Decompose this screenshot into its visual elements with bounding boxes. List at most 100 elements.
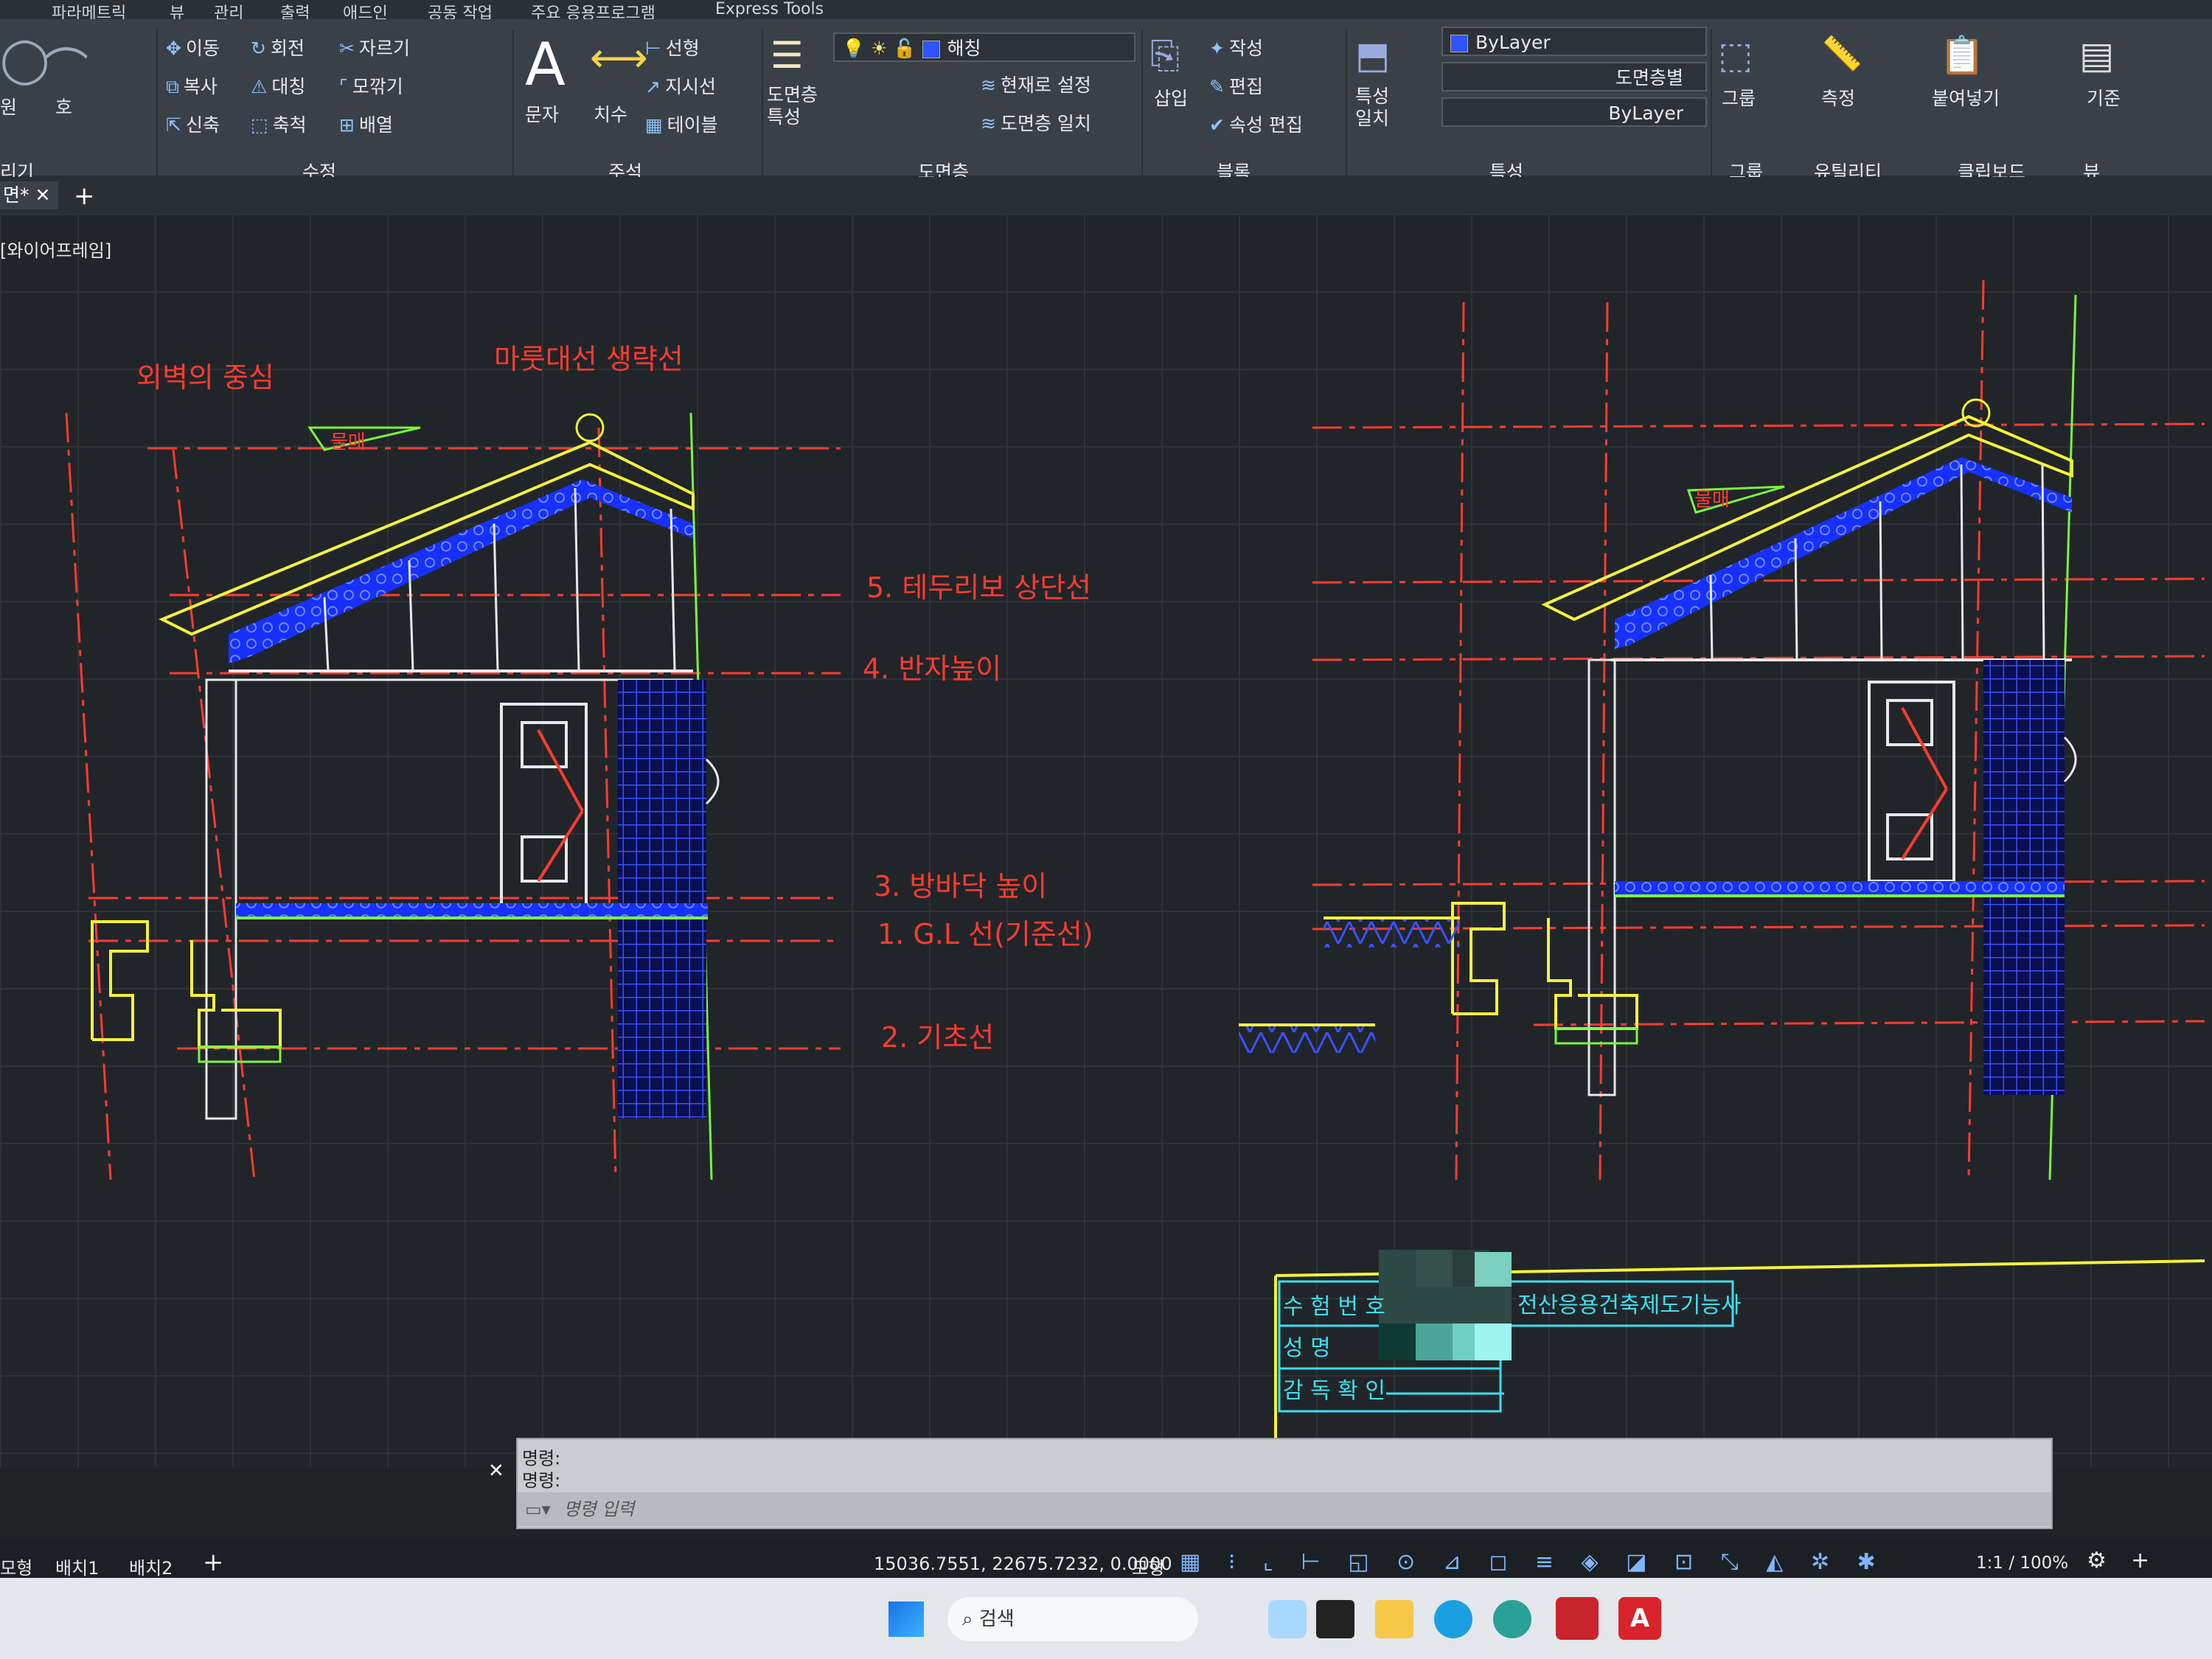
copy-icon: ⧉ [166, 76, 179, 97]
search-label: 검색 [978, 1608, 1015, 1630]
annotation-line3: 3. 방바닥 높이 [874, 870, 1047, 902]
rotate-label: 회전 [270, 38, 305, 59]
linetype-dropdown[interactable]: 도면층별 [1441, 62, 1707, 91]
annotation-ridge: 마룻대선 생략선 [494, 343, 684, 375]
layer-match-icon: ≋ [981, 113, 996, 134]
layout-tab-1[interactable]: 배치1 [55, 1554, 99, 1579]
text-label: 문자 [525, 104, 560, 125]
roof-outline [159, 440, 695, 636]
door [500, 703, 588, 906]
mirror-label: 대칭 [271, 76, 306, 97]
datum-lines [65, 412, 841, 1180]
paste-icon[interactable]: 📋 [1939, 34, 1985, 77]
trim-label: 자르기 [358, 38, 410, 59]
command-window[interactable]: ✕ 명령: 명령: ▭▾ 명령 입력 [488, 1438, 2053, 1529]
drawing-canvas[interactable]: [와이어프레임] 외벽의 중심 마룻대선 생략선 5. 테두리보 상단선 4. … [0, 214, 2212, 1467]
text-icon[interactable]: A [525, 30, 566, 99]
close-icon[interactable]: ✕ [35, 184, 50, 206]
file-explorer-icon[interactable] [1375, 1600, 1413, 1638]
cad-drawing[interactable]: 외벽의 중심 마룻대선 생략선 5. 테두리보 상단선 4. 반자높이 3. 방… [0, 214, 2212, 1467]
linear-button[interactable]: ⊢ 선형 [645, 34, 700, 60]
document-tab[interactable]: 면* ✕ [0, 181, 58, 209]
divider [1346, 29, 1347, 177]
layout-tab-model[interactable]: 모형 [0, 1554, 32, 1579]
divider [1711, 29, 1712, 177]
create-icon: ✦ [1209, 38, 1225, 59]
scale-button[interactable]: ⬚ 축척 [251, 111, 307, 137]
annotation-outer-wall: 외벽의 중심 [136, 361, 274, 394]
block-edit-button[interactable]: ✎ 편집 [1209, 72, 1263, 99]
sketchup-icon[interactable] [1556, 1597, 1599, 1640]
block-create-button[interactable]: ✦ 작성 [1209, 34, 1263, 60]
redacted-info [1379, 1250, 1512, 1360]
fillet-label: 모깎기 [352, 76, 403, 97]
model-space-button[interactable]: 모형 [1132, 1554, 1164, 1579]
taskbar-search[interactable]: ⌕ 검색 [947, 1597, 1198, 1641]
right-section [1312, 279, 2205, 1180]
supervisor-label: 감 독 확 인 [1283, 1378, 1385, 1404]
left-section [65, 412, 841, 1180]
add-layout-button[interactable]: + [203, 1548, 224, 1577]
linetype-value: 도면층별 [1615, 67, 1683, 88]
measure-icon[interactable]: 📏 [1821, 34, 1863, 73]
drafting-toggles[interactable]: ▦ ⁝ ⌞ ⊢ ◱ ⊙ ⊿ ◻ ≡ ◈ ◪ ⊡ ⤡ ◭ ✲ ✱ [1180, 1549, 1886, 1575]
leader-icon: ↗ [645, 76, 661, 97]
new-tab-button[interactable]: + [74, 181, 95, 211]
close-icon[interactable]: ✕ [488, 1460, 504, 1482]
dimension-icon[interactable]: ⟷ [590, 34, 648, 81]
fillet-icon: ⌜ [339, 76, 348, 97]
copy-button[interactable]: ⧉ 복사 [166, 72, 218, 99]
annotation-line2: 2. 기초선 [881, 1021, 994, 1054]
stretch-label: 신축 [185, 114, 220, 136]
command-input[interactable]: ▭▾ 명령 입력 [518, 1492, 2051, 1526]
autocad-icon[interactable]: A [1618, 1597, 1661, 1640]
terminal-icon[interactable] [1316, 1600, 1354, 1638]
attribute-edit-button[interactable]: ✔ 속성 편집 [1209, 111, 1303, 137]
color-dropdown[interactable]: ByLayer [1441, 27, 1707, 56]
rotate-button[interactable]: ↻ 회전 [251, 34, 305, 60]
layer-dropdown[interactable]: 💡 ☀ 🔓 해칭 [833, 32, 1135, 62]
gear-icon[interactable]: ⚙ [2087, 1548, 2107, 1573]
trim-button[interactable]: ✂ 자르기 [339, 34, 410, 60]
title-block [1274, 1250, 2205, 1467]
base-view-label: 기준 [2087, 88, 2121, 109]
table-button[interactable]: ▦ 테이블 [645, 111, 718, 137]
leader-button[interactable]: ↗ 지시선 [645, 72, 716, 99]
command-prompt-icon: ▭▾ [525, 1499, 551, 1520]
copilot-icon[interactable] [1268, 1600, 1307, 1638]
circle-icon[interactable]: ◯ [0, 34, 49, 86]
group-icon[interactable]: ⬚ [1718, 34, 1753, 77]
set-current-button[interactable]: ≋ 현재로 설정 [981, 71, 1091, 97]
layout-tab-2[interactable]: 배치2 [129, 1554, 173, 1579]
menu-bar: 파라메트릭 뷰 관리 출력 애드인 공동 작업 주요 응용프로그램 Expres… [0, 0, 2212, 23]
array-icon: ⊞ [339, 114, 355, 136]
layer-match-button[interactable]: ≋ 도면층 일치 [981, 109, 1091, 136]
match-properties-icon[interactable]: ⬒ [1355, 34, 1390, 77]
mirror-button[interactable]: ⚠ 대칭 [251, 72, 305, 99]
mirror-icon: ⚠ [251, 76, 268, 97]
arc-label: 호 [55, 97, 73, 118]
stretch-button[interactable]: ⇱ 신축 [166, 111, 220, 137]
menu-express-tools[interactable]: Express Tools [715, 0, 824, 18]
fillet-button[interactable]: ⌜ 모깎기 [339, 72, 403, 99]
layer-match-label: 도면층 일치 [1000, 113, 1091, 134]
layer-properties-label: 도면층 특성 [767, 84, 818, 128]
insert-icon[interactable]: ⎘ [1150, 34, 1180, 77]
coordinates-readout[interactable]: 15036.7551, 22675.7232, 0.0000 [874, 1554, 1172, 1574]
edge-icon[interactable] [1434, 1600, 1472, 1638]
group-label: 그룹 [1722, 88, 1756, 109]
base-view-icon[interactable]: ▤ [2079, 34, 2114, 77]
move-button[interactable]: ✥ 이동 [166, 34, 220, 60]
windows-start-icon[interactable] [888, 1601, 924, 1637]
array-button[interactable]: ⊞ 배열 [339, 111, 393, 137]
app-icon[interactable] [1493, 1600, 1531, 1638]
stretch-icon: ⇱ [166, 114, 181, 136]
lineweight-dropdown[interactable]: ByLayer [1441, 97, 1707, 127]
attr-label: 속성 편집 [1228, 114, 1303, 136]
annotation-scale[interactable]: 1:1 / 100% [1976, 1554, 2068, 1573]
layer-color-swatch [922, 41, 940, 58]
plus-icon[interactable]: + [2131, 1548, 2149, 1573]
arc-icon[interactable]: ⌒ [44, 34, 88, 98]
move-label: 이동 [185, 38, 220, 59]
layer-properties-icon[interactable]: ☰ [771, 34, 804, 77]
